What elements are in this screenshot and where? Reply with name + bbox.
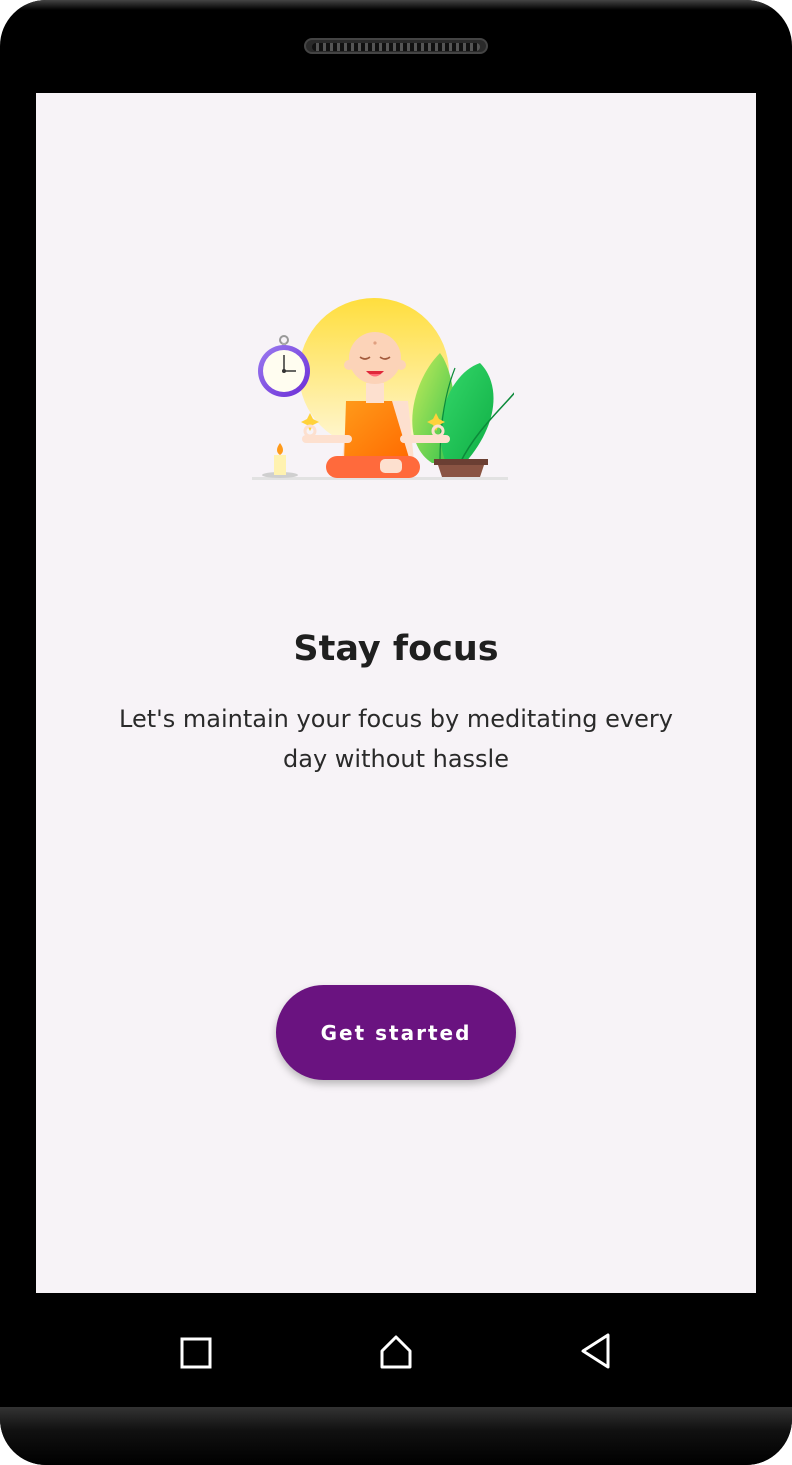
- back-triangle-icon[interactable]: [566, 1313, 626, 1373]
- page-title: Stay focus: [293, 629, 499, 669]
- meditation-illustration: [252, 298, 514, 480]
- phone-top-bezel: [0, 0, 792, 10]
- home-icon[interactable]: [366, 1313, 426, 1373]
- earpiece-speaker: [304, 38, 488, 54]
- recents-square-icon[interactable]: [166, 1313, 226, 1373]
- phone-frame: Stay focus Let's maintain your focus by …: [0, 0, 792, 1465]
- page-subtitle: Let's maintain your focus by meditating …: [119, 705, 673, 773]
- android-nav-bar: [0, 1293, 792, 1407]
- app-screen: Stay focus Let's maintain your focus by …: [36, 93, 756, 1293]
- phone-chin: [0, 1407, 792, 1465]
- get-started-button[interactable]: Get started: [276, 985, 516, 1080]
